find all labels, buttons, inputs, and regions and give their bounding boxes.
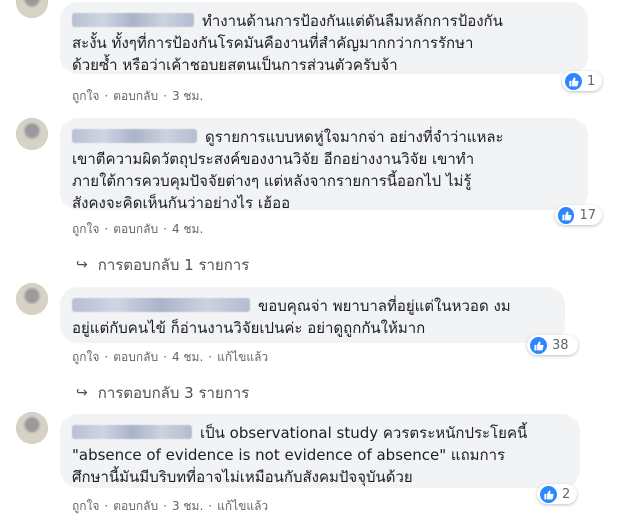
replies-label: การตอบกลับ 1 รายการ	[97, 256, 250, 274]
reaction-count[interactable]: 17	[555, 205, 602, 225]
like-link[interactable]: ถูกใจ	[72, 222, 99, 236]
commenter-name[interactable]	[72, 129, 197, 143]
comment-actions: ถูกใจ · ตอบกลับ · 4 ชม. · แก้ไขแล้ว	[72, 348, 268, 367]
avatar[interactable]	[16, 0, 48, 18]
reaction-number: 2	[562, 486, 571, 502]
separator: ·	[208, 350, 213, 364]
comment-actions: ถูกใจ · ตอบกลับ · 4 ชม.	[72, 220, 203, 239]
edited-label[interactable]: แก้ไขแล้ว	[217, 499, 268, 513]
commenter-name[interactable]	[72, 425, 192, 439]
timestamp[interactable]: 4 ชม.	[172, 350, 203, 364]
view-replies-link[interactable]: ↪ การตอบกลับ 1 รายการ	[76, 253, 249, 277]
reply-link[interactable]: ตอบกลับ	[113, 222, 158, 236]
reaction-number: 1	[587, 73, 596, 89]
like-link[interactable]: ถูกใจ	[72, 89, 99, 103]
reaction-count[interactable]: 2	[537, 484, 577, 504]
reaction-count[interactable]: 1	[562, 71, 602, 91]
like-icon	[565, 72, 582, 90]
comment-actions: ถูกใจ · ตอบกลับ · 3 ชม. · แก้ไขแล้ว	[72, 497, 268, 516]
comment-bubble: เป็น observational study ควรตระหนักประโย…	[60, 414, 580, 488]
reply-link[interactable]: ตอบกลับ	[113, 89, 158, 103]
comment-bubble: ดูรายการแบบหดหู่ใจมากจ่า อย่างที่จำว่าแห…	[60, 118, 588, 212]
comment-bubble: ทำงานด้านการป้องกันแต่ดันลืมหลักการป้องก…	[60, 2, 588, 74]
avatar[interactable]	[16, 118, 48, 150]
view-replies-link[interactable]: ↪ การตอบกลับ 3 รายการ	[76, 381, 249, 405]
reaction-count[interactable]: 38	[527, 335, 578, 355]
like-icon	[558, 206, 575, 224]
avatar[interactable]	[16, 283, 48, 315]
separator: ·	[163, 89, 167, 103]
separator: ·	[104, 89, 109, 103]
edited-label[interactable]: แก้ไขแล้ว	[217, 350, 268, 364]
commenter-name[interactable]	[72, 298, 250, 312]
reaction-number: 38	[552, 337, 569, 353]
separator: ·	[104, 222, 109, 236]
separator: ·	[104, 350, 109, 364]
like-link[interactable]: ถูกใจ	[72, 499, 99, 513]
reply-link[interactable]: ตอบกลับ	[113, 499, 158, 513]
separator: ·	[163, 222, 167, 236]
timestamp[interactable]: 3 ชม.	[172, 499, 203, 513]
separator: ·	[163, 350, 167, 364]
timestamp[interactable]: 3 ชม.	[172, 89, 203, 103]
separator: ·	[208, 499, 213, 513]
comment-bubble: ขอบคุณจ่า พยาบาลที่อยู่แต่ในหวอด งม อยู่…	[60, 287, 565, 343]
avatar[interactable]	[16, 412, 48, 444]
like-link[interactable]: ถูกใจ	[72, 350, 99, 364]
separator: ·	[104, 499, 109, 513]
commenter-name[interactable]	[72, 13, 194, 27]
reply-arrow-icon: ↪	[76, 257, 88, 273]
reaction-number: 17	[579, 207, 596, 223]
like-icon	[540, 485, 557, 503]
replies-label: การตอบกลับ 3 รายการ	[97, 384, 250, 402]
separator: ·	[163, 499, 167, 513]
like-icon	[530, 336, 547, 354]
timestamp[interactable]: 4 ชม.	[172, 222, 203, 236]
comment-actions: ถูกใจ · ตอบกลับ · 3 ชม.	[72, 87, 203, 106]
reply-arrow-icon: ↪	[76, 385, 88, 401]
reply-link[interactable]: ตอบกลับ	[113, 350, 158, 364]
